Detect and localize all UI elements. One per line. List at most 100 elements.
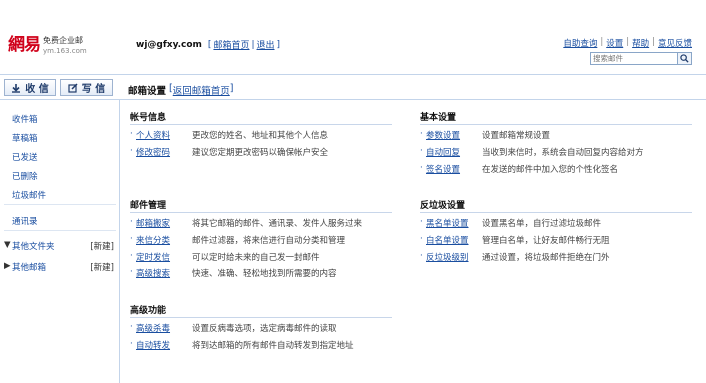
separator: | xyxy=(600,37,604,47)
sidebar: 收件箱 草稿箱 已发送 已删除 垃圾邮件 通讯录 ▼ 其他文件夹 [新建] ▶ … xyxy=(0,100,120,383)
section-divider xyxy=(420,212,692,213)
mailbox-move-link[interactable]: 邮箱搬家 xyxy=(136,217,170,229)
section-title-basic: 基本设置 xyxy=(420,113,457,123)
search-icon xyxy=(680,54,689,63)
auto-reply-link[interactable]: 自动回复 xyxy=(426,146,460,158)
setting-desc: 设置邮箱常规设置 xyxy=(482,131,551,141)
setting-desc: 邮件过滤器，将来信进行自动分类和管理 xyxy=(192,236,346,246)
setting-item: · 参数设置 设置邮箱常规设置 xyxy=(420,129,550,141)
setting-desc: 设置反病毒选项，选定病毒邮件的读取 xyxy=(192,324,337,334)
sidebar-item-deleted[interactable]: 已删除 xyxy=(12,170,38,182)
sidebar-item-contacts[interactable]: 通讯录 xyxy=(12,215,38,227)
setting-item: · 自动转发 将到达邮箱的所有邮件自动转发到指定地址 xyxy=(130,339,354,351)
receive-mail-button[interactable]: 收 信 xyxy=(4,79,56,96)
setting-item: · 白名单设置 管理白名单，让好友邮件畅行无阻 xyxy=(420,234,610,246)
setting-desc: 快速、准确、轻松地找到所需要的内容 xyxy=(192,269,337,279)
setting-item: · 修改密码 建议您定期更改密码以确保帐户安全 xyxy=(130,146,328,158)
sidebar-other-mailboxes[interactable]: ▶ 其他邮箱 [新建] xyxy=(4,261,114,273)
page-title: 邮箱设置 xyxy=(128,86,167,97)
feedback-link[interactable]: 意见反馈 xyxy=(658,37,692,49)
setting-desc: 更改您的姓名、地址和其他个人信息 xyxy=(192,131,329,141)
setting-item: · 黑名单设置 设置黑名单，自行过滤垃圾邮件 xyxy=(420,217,601,229)
setting-desc: 可以定时给未来的自己发一封邮件 xyxy=(192,253,320,263)
other-mailboxes-label[interactable]: 其他邮箱 xyxy=(12,261,46,273)
separator: | xyxy=(626,37,630,47)
receive-label: 收 信 xyxy=(25,84,49,95)
new-mailbox-button[interactable]: [新建] xyxy=(90,261,114,273)
setting-desc: 将到达邮箱的所有邮件自动转发到指定地址 xyxy=(192,341,354,351)
antivirus-link[interactable]: 高级杀毒 xyxy=(136,322,170,334)
logo[interactable]: 網易 免费企业邮 ym.163.com xyxy=(8,36,87,56)
setting-desc: 建议您定期更改密码以确保帐户安全 xyxy=(192,148,329,158)
setting-item: · 自动回复 当收到来信时，系统会自动回复内容给对方 xyxy=(420,146,644,158)
setting-desc: 通过设置，将垃圾邮件拒绝在门外 xyxy=(482,253,610,263)
setting-item: · 高级杀毒 设置反病毒选项，选定病毒邮件的读取 xyxy=(130,322,337,334)
whitelist-link[interactable]: 白名单设置 xyxy=(426,234,469,246)
search-button[interactable] xyxy=(677,53,691,64)
page-header: 邮箱设置 [ 返回邮箱首页 ] xyxy=(128,83,233,97)
other-folders-label[interactable]: 其他文件夹 xyxy=(12,240,55,252)
section-divider xyxy=(130,212,392,213)
signature-link[interactable]: 签名设置 xyxy=(426,163,460,175)
download-icon xyxy=(11,83,21,93)
setting-item: · 高级搜索 快速、准确、轻松地找到所需要的内容 xyxy=(130,267,337,279)
bracket-close: ] xyxy=(276,39,281,50)
setting-desc: 当收到来信时，系统会自动回复内容给对方 xyxy=(482,148,644,158)
change-password-link[interactable]: 修改密码 xyxy=(136,146,170,158)
setting-desc: 管理白名单，让好友邮件畅行无阻 xyxy=(482,236,610,246)
scheduled-send-link[interactable]: 定时发信 xyxy=(136,251,170,263)
setting-desc: 设置黑名单，自行过滤垃圾邮件 xyxy=(482,219,602,229)
divider xyxy=(4,230,116,231)
sidebar-item-sent[interactable]: 已发送 xyxy=(12,151,38,163)
header: 網易 免费企业邮 ym.163.com wj@gfxy.com [ 邮箱首页 |… xyxy=(0,0,706,68)
setting-item: · 定时发信 可以定时给未来的自己发一封邮件 xyxy=(130,251,320,263)
section-title-spam: 反垃圾设置 xyxy=(420,201,466,211)
logo-product-name: 免费企业邮 xyxy=(43,36,83,45)
profile-link[interactable]: 个人资料 xyxy=(136,129,170,141)
setting-item: · 签名设置 在发送的邮件中加入您的个性化签名 xyxy=(420,163,618,175)
auto-forward-link[interactable]: 自动转发 xyxy=(136,339,170,351)
setting-item: · 来信分类 邮件过滤器，将来信进行自动分类和管理 xyxy=(130,234,345,246)
blacklist-link[interactable]: 黑名单设置 xyxy=(426,217,469,229)
settings-link[interactable]: 设置 xyxy=(606,37,623,49)
sidebar-item-drafts[interactable]: 草稿箱 xyxy=(12,132,38,144)
help-link[interactable]: 帮助 xyxy=(632,37,649,49)
logo-domain: ym.163.com xyxy=(43,47,87,55)
expand-arrow-icon[interactable]: ▶ xyxy=(4,261,12,273)
collapse-arrow-icon[interactable]: ▼ xyxy=(4,240,12,252)
section-title-account: 帐号信息 xyxy=(130,113,167,123)
self-service-link[interactable]: 自助查询 xyxy=(563,37,597,49)
setting-item: · 个人资料 更改您的姓名、地址和其他个人信息 xyxy=(130,129,328,141)
setting-desc: 将其它邮箱的邮件、通讯录、发件人服务过来 xyxy=(192,219,363,229)
section-divider xyxy=(130,124,392,125)
logout-link[interactable]: 退出 xyxy=(257,38,275,51)
sidebar-other-folders[interactable]: ▼ 其他文件夹 [新建] xyxy=(4,240,114,252)
sidebar-item-spam[interactable]: 垃圾邮件 xyxy=(12,189,46,201)
account-address: wj@gfxy.com xyxy=(136,39,202,50)
section-divider xyxy=(420,124,692,125)
setting-item: · 反垃圾级别 通过设置，将垃圾邮件拒绝在门外 xyxy=(420,251,610,263)
compose-mail-button[interactable]: 写 信 xyxy=(60,79,113,96)
top-links: 自助查询 | 设置 | 帮助 | 意见反馈 xyxy=(563,37,692,49)
separator: | xyxy=(251,39,255,50)
mailbox-home-link[interactable]: 邮箱首页 xyxy=(213,38,249,51)
setting-item: · 邮箱搬家 将其它邮箱的邮件、通讯录、发件人服务过来 xyxy=(130,217,362,229)
account-info: wj@gfxy.com [ 邮箱首页 | 退出 ] xyxy=(136,38,282,52)
spam-level-link[interactable]: 反垃圾级别 xyxy=(426,251,469,263)
section-divider xyxy=(130,317,392,318)
logo-mark: 網易 xyxy=(8,35,41,55)
settings-main: 帐号信息 · 个人资料 更改您的姓名、地址和其他个人信息 · 修改密码 建议您定… xyxy=(122,100,706,383)
separator: | xyxy=(652,37,655,47)
bracket-close: ] xyxy=(229,83,234,94)
toolbar: 收 信 写 信 邮箱设置 [ 返回邮箱首页 ] xyxy=(0,74,706,100)
advanced-search-link[interactable]: 高级搜索 xyxy=(136,267,170,279)
new-folder-button[interactable]: [新建] xyxy=(90,240,114,252)
sidebar-item-inbox[interactable]: 收件箱 xyxy=(12,113,38,125)
back-to-home-link[interactable]: 返回邮箱首页 xyxy=(173,83,230,97)
bracket-open: [ xyxy=(207,39,212,50)
compose-label: 写 信 xyxy=(81,84,106,95)
mail-filter-link[interactable]: 来信分类 xyxy=(136,234,170,246)
section-title-advanced: 高级功能 xyxy=(130,306,167,316)
preferences-link[interactable]: 参数设置 xyxy=(426,129,460,141)
search-input[interactable] xyxy=(591,53,677,64)
